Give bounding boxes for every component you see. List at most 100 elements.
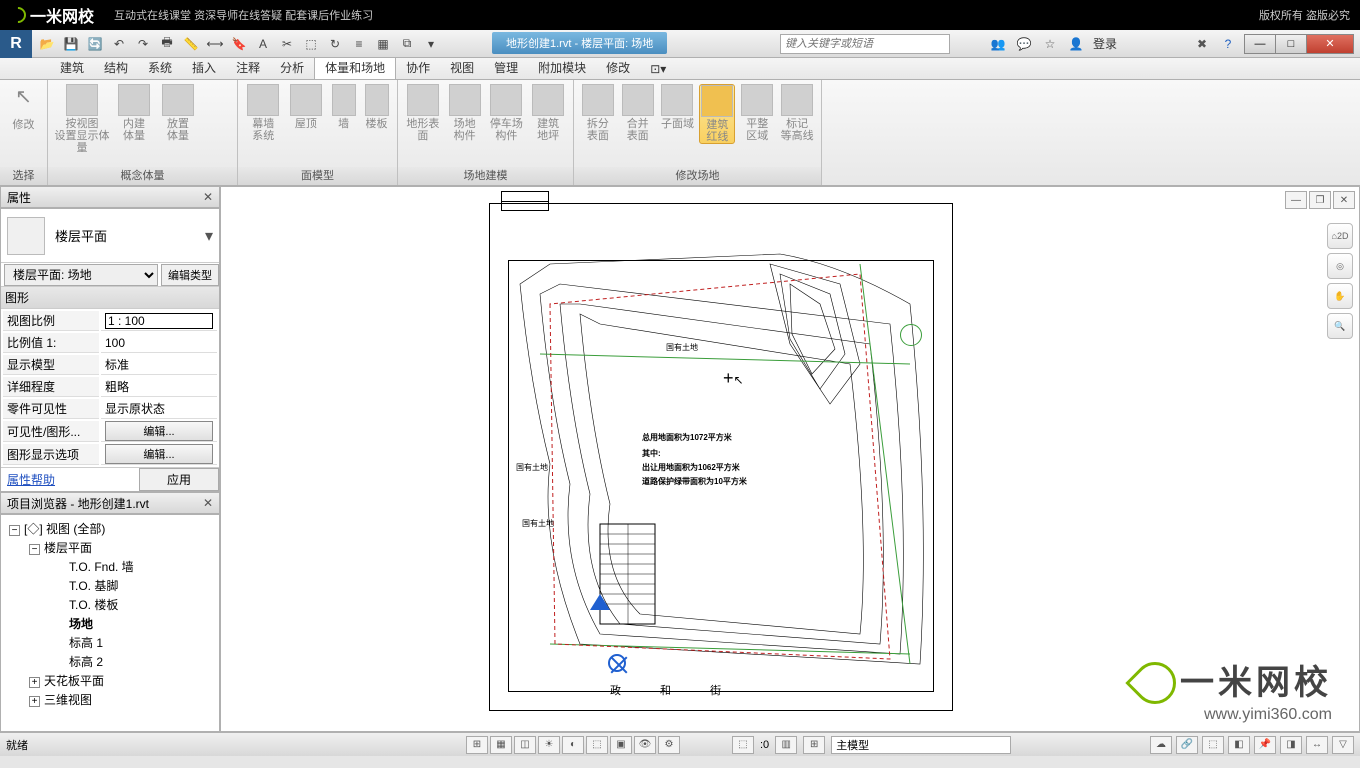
thin-lines-icon[interactable]: ≡	[348, 33, 370, 55]
save-icon[interactable]: 💾	[60, 33, 82, 55]
label-contours-button[interactable]: 标记等高线	[779, 84, 815, 142]
hide-button[interactable]: 👁	[634, 736, 656, 754]
prop-row-gdo[interactable]: 图形显示选项编辑...	[3, 444, 217, 465]
show-mass-button[interactable]: 按视图设置显示体量	[54, 84, 110, 154]
crop-button[interactable]: ⬚	[586, 736, 608, 754]
subregion-button[interactable]: 子面域	[660, 84, 696, 130]
tree-item[interactable]: T.O. 基脚	[1, 576, 219, 595]
tree-item-active[interactable]: 场地	[1, 614, 219, 633]
user-icon[interactable]: 👤	[1067, 35, 1085, 53]
roof-button[interactable]: 屋顶	[287, 84, 326, 130]
tab-insert[interactable]: 插入	[182, 56, 226, 79]
login-link[interactable]: 登录	[1093, 35, 1117, 52]
chevron-down-icon[interactable]: ▾	[205, 226, 213, 246]
restore-view-icon[interactable]: ❐	[1309, 191, 1331, 209]
main-model-combo[interactable]	[831, 736, 1011, 754]
site-component-button[interactable]: 场地构件	[446, 84, 484, 142]
scale-button[interactable]: ⊞	[466, 736, 488, 754]
inplace-mass-button[interactable]: 内建体量	[114, 84, 154, 142]
prop-row-scale[interactable]: 视图比例	[3, 311, 217, 331]
nav-home-icon[interactable]: ⌂2D	[1327, 223, 1353, 249]
switch-windows-icon[interactable]: ⧉	[396, 33, 418, 55]
close-icon[interactable]: ✕	[203, 190, 213, 204]
tab-structure[interactable]: 结构	[94, 56, 138, 79]
view-scale-input[interactable]	[105, 313, 213, 329]
prop-row-parts[interactable]: 零件可见性显示原状态	[3, 399, 217, 419]
drawing-canvas[interactable]: — ❐ ✕ ⌂2D ◎ ✋ 🔍	[220, 186, 1360, 732]
favorite-icon[interactable]: ☆	[1041, 35, 1059, 53]
tab-massing-site[interactable]: 体量和场地	[314, 55, 396, 79]
browser-header[interactable]: 项目浏览器 - 地形创建1.rvt ✕	[0, 492, 220, 514]
filter-icon[interactable]: ▥	[775, 736, 797, 754]
graded-region-button[interactable]: 平整区域	[739, 84, 775, 142]
tree-item[interactable]: 标高 1	[1, 633, 219, 652]
type-selector[interactable]: 楼层平面 ▾	[1, 209, 219, 263]
vg-edit-button[interactable]: 编辑...	[105, 421, 213, 441]
parking-button[interactable]: 停车场构件	[488, 84, 526, 142]
properties-help-link[interactable]: 属性帮助	[1, 468, 139, 491]
tab-annotate[interactable]: 注释	[226, 56, 270, 79]
tree-ceiling[interactable]: +天花板平面	[1, 671, 219, 690]
prop-group-graphics[interactable]: 图形	[1, 287, 219, 309]
tree-3d[interactable]: +三维视图	[1, 690, 219, 709]
survey-point-icon[interactable]	[590, 594, 610, 610]
prop-row-vg[interactable]: 可见性/图形...编辑...	[3, 421, 217, 442]
filter-status-icon[interactable]: ▽	[1332, 736, 1354, 754]
select-face-icon[interactable]: ◨	[1280, 736, 1302, 754]
place-mass-button[interactable]: 放置体量	[158, 84, 198, 142]
dim-icon[interactable]: ⟷	[204, 33, 226, 55]
curtain-system-button[interactable]: 幕墙系统	[244, 84, 283, 142]
redo-icon[interactable]: ↷	[132, 33, 154, 55]
minimize-view-icon[interactable]: —	[1285, 191, 1307, 209]
nav-pan-icon[interactable]: ✋	[1327, 283, 1353, 309]
wall-button[interactable]: 墙	[329, 84, 358, 130]
tab-overflow-icon[interactable]: ⊡▾	[640, 59, 676, 79]
edit-type-button[interactable]: 编辑类型	[161, 264, 219, 286]
shadow-button[interactable]: ◐	[562, 736, 584, 754]
tree-item[interactable]: 标高 2	[1, 652, 219, 671]
exchange-icon[interactable]: ✖	[1193, 35, 1211, 53]
sun-button[interactable]: ☀	[538, 736, 560, 754]
communicate-icon[interactable]: 💬	[1015, 35, 1033, 53]
nav-zoom-icon[interactable]: 🔍	[1327, 313, 1353, 339]
customize-icon[interactable]: ▾	[420, 33, 442, 55]
workset-icon[interactable]: ⊞	[803, 736, 825, 754]
help-icon[interactable]: ?	[1219, 35, 1237, 53]
tab-addins[interactable]: 附加模块	[528, 56, 596, 79]
property-line-button[interactable]: 建筑红线	[699, 84, 735, 144]
tab-analyze[interactable]: 分析	[270, 56, 314, 79]
select-underlay-icon[interactable]: ◧	[1228, 736, 1250, 754]
section-icon[interactable]: ✂	[276, 33, 298, 55]
drag-icon[interactable]: ↔	[1306, 736, 1328, 754]
close-view-icon[interactable]: ✕	[1333, 191, 1355, 209]
maximize-button[interactable]: □	[1275, 34, 1307, 54]
tab-modify[interactable]: 修改	[596, 56, 640, 79]
app-menu-button[interactable]: R	[0, 30, 32, 58]
tag-icon[interactable]: 🔖	[228, 33, 250, 55]
tab-view[interactable]: 视图	[440, 56, 484, 79]
detail-button[interactable]: ▦	[490, 736, 512, 754]
tab-manage[interactable]: 管理	[484, 56, 528, 79]
select-pinned-icon[interactable]: 📌	[1254, 736, 1276, 754]
toposurface-button[interactable]: 地形表面	[404, 84, 442, 142]
text-icon[interactable]: A	[252, 33, 274, 55]
close-views-icon[interactable]: ▦	[372, 33, 394, 55]
search-input[interactable]	[780, 34, 950, 54]
close-icon[interactable]: ✕	[203, 496, 213, 510]
modify-button[interactable]: ↖ 修改	[6, 84, 41, 132]
style-button[interactable]: ◫	[514, 736, 536, 754]
crop-show-button[interactable]: ▣	[610, 736, 632, 754]
minimize-button[interactable]: —	[1244, 34, 1276, 54]
tab-collaborate[interactable]: 协作	[396, 56, 440, 79]
prop-row-display[interactable]: 显示模型标准	[3, 355, 217, 375]
cloud-icon[interactable]: ☁	[1150, 736, 1172, 754]
properties-header[interactable]: 属性 ✕	[0, 186, 220, 208]
select-count-icon[interactable]: ⬚	[732, 736, 754, 754]
project-base-point-icon[interactable]	[608, 654, 626, 672]
tree-root[interactable]: −[◇] 视图 (全部)	[1, 519, 219, 538]
prop-row-detail[interactable]: 详细程度粗略	[3, 377, 217, 397]
view3d-icon[interactable]: ⬚	[300, 33, 322, 55]
nav-wheel-icon[interactable]: ◎	[1327, 253, 1353, 279]
tab-systems[interactable]: 系统	[138, 56, 182, 79]
floor-button[interactable]: 楼板	[362, 84, 391, 130]
